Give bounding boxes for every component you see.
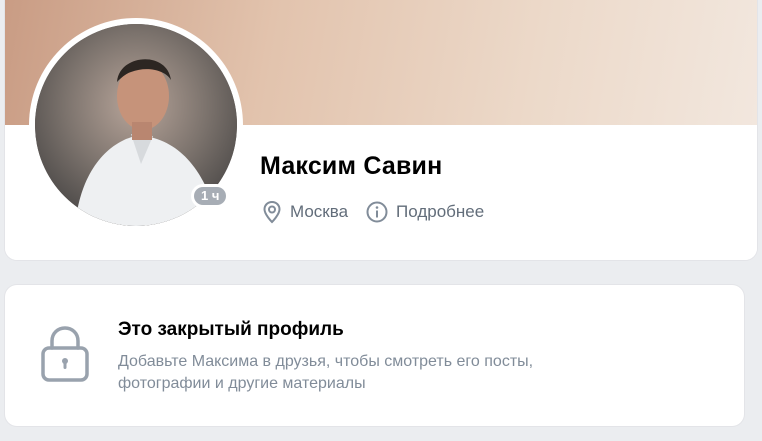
info-circle-icon — [366, 201, 388, 223]
location-link[interactable]: Москва — [262, 200, 348, 224]
online-status-text: 1 ч — [194, 187, 227, 205]
details-link[interactable]: Подробнее — [366, 201, 484, 223]
lock-icon — [41, 326, 89, 382]
location-text: Москва — [290, 202, 349, 221]
profile-header-card: 1 ч Максим Савин Москва Подробнее — [5, 0, 757, 260]
location-pin-icon — [263, 200, 281, 224]
private-profile-title: Это закрытый профиль — [118, 319, 344, 340]
private-profile-description: Добавьте Максима в друзья, чтобы смотрет… — [118, 353, 534, 392]
profile-meta-row: Москва Подробнее — [262, 200, 484, 224]
profile-name: Максим Савин — [260, 152, 443, 180]
private-profile-notice: Это закрытый профиль Добавьте Максима в … — [5, 285, 744, 426]
details-text: Подробнее — [396, 202, 485, 221]
online-status-badge: 1 ч — [191, 184, 230, 208]
